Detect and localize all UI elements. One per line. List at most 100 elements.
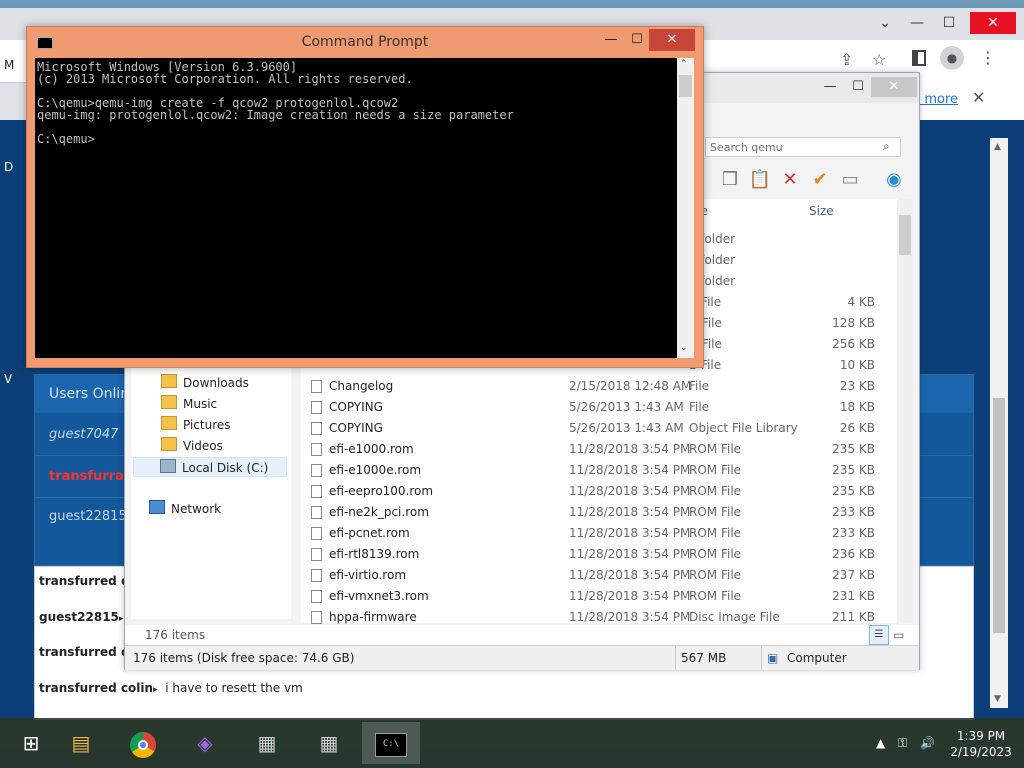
page-scrollbar-thumb[interactable] <box>993 398 1005 633</box>
copy-icon[interactable]: ❐ <box>717 167 743 193</box>
sidebar-icon[interactable] <box>912 50 926 66</box>
file-type: ROM File <box>689 589 742 603</box>
file-row[interactable]: efi-rtl8139.rom 11/28/2018 3:54 PM ROM Fil… <box>301 544 891 565</box>
clock[interactable]: 1:39 PM 2/19/2023 <box>938 728 1024 760</box>
file-row[interactable]: efi-e1000.rom 11/28/2018 3:54 PM ROM File 2… <box>301 439 891 460</box>
console-text: Microsoft Windows [Version 6.3.9600] (c)… <box>37 60 514 146</box>
cmd-minimize-button[interactable]: — <box>597 29 625 51</box>
file-size: 26 KB <box>839 421 875 435</box>
delete-icon[interactable]: ✕ <box>777 167 803 193</box>
notepad-taskbar-icon[interactable]: ▦ <box>238 722 296 764</box>
file-row[interactable]: COPYING 5/26/2013 1:43 AM File 18 KB <box>301 397 891 418</box>
file-row[interactable]: efi-virtio.rom 11/28/2018 3:54 PM ROM File… <box>301 565 891 586</box>
nav-label: Music <box>183 397 218 411</box>
scroll-down-icon[interactable]: ▼ <box>994 694 1001 704</box>
console-scrollbar-thumb[interactable] <box>679 75 692 97</box>
close-button[interactable]: ✕ <box>970 12 1016 34</box>
file-row[interactable]: efi-eepro100.rom 11/28/2018 3:54 PM ROM Fi… <box>301 481 891 502</box>
paste-icon[interactable]: 📋 <box>747 167 773 193</box>
file-size: 4 KB <box>847 295 875 309</box>
file-icon <box>311 380 322 393</box>
console-scrollbar[interactable] <box>677 58 694 358</box>
chrome-taskbar-icon[interactable] <box>114 722 172 764</box>
file-name: COPYING <box>329 421 383 435</box>
cmd-maximize-button[interactable]: ☐ <box>623 29 651 51</box>
search-input[interactable]: Search qemu <box>705 137 901 157</box>
file-size: 10 KB <box>839 358 875 372</box>
file-date: 5/26/2013 1:43 AM <box>569 400 684 414</box>
videos-icon <box>161 437 177 451</box>
visual-studio-taskbar-icon[interactable]: ◈ <box>176 722 234 764</box>
file-size: 235 KB <box>832 463 875 477</box>
more-menu-icon[interactable]: ⋮ <box>980 48 996 67</box>
properties-icon[interactable]: ▭ <box>837 167 863 193</box>
chat-username[interactable]: guest22815 <box>39 610 119 624</box>
share-icon[interactable]: ⇪ <box>840 50 853 69</box>
file-icon <box>311 527 322 540</box>
toolbar: ❐ 📋 ✕ ✔ ▭ ◉ <box>685 165 915 199</box>
volume-icon[interactable]: 🔊 <box>920 736 935 750</box>
star-icon[interactable]: ☆ <box>872 50 886 69</box>
explorer-minimize-button[interactable]: — <box>815 77 845 97</box>
file-icon <box>311 569 322 582</box>
maximize-button[interactable]: ☐ <box>934 12 964 34</box>
nav-item-network[interactable]: Network <box>149 499 221 519</box>
explorer-maximize-button[interactable]: ☐ <box>843 77 873 97</box>
file-size: 256 KB <box>832 337 875 351</box>
details-view-icon[interactable]: ☰ <box>869 625 889 645</box>
chevron-down-icon[interactable]: ⌄ <box>870 12 900 34</box>
file-size: 231 KB <box>832 589 875 603</box>
file-row[interactable]: efi-ne2k_pci.rom 11/28/2018 3:54 PM ROM Fi… <box>301 502 891 523</box>
file-date: 2/15/2018 12:48 AM <box>569 379 692 393</box>
nav-item-local-disk[interactable]: Local Disk (C:) <box>133 457 287 477</box>
scroll-down-icon[interactable]: ⌄ <box>680 343 688 353</box>
network-tray-icon[interactable]: ⚿ <box>898 736 907 751</box>
nav-item-pictures[interactable]: Pictures <box>161 415 231 435</box>
chat-username[interactable]: transfurred co <box>39 645 136 659</box>
file-row[interactable]: Changelog 2/15/2018 12:48 AM File 23 KB <box>301 376 891 397</box>
profile-icon[interactable]: ● <box>940 46 964 70</box>
explorer-close-button[interactable]: ✕ <box>871 77 917 97</box>
status-free-space: 176 items (Disk free space: 74.6 GB) <box>133 651 355 665</box>
file-size: 233 KB <box>832 505 875 519</box>
notepad-taskbar-icon[interactable]: ▦ <box>300 722 358 764</box>
scroll-up-icon[interactable]: ▲ <box>994 142 1001 152</box>
column-header-size[interactable]: Size <box>809 199 834 223</box>
chat-message: guest22815▸ <box>39 603 123 631</box>
console-output[interactable]: Microsoft Windows [Version 6.3.9600] (c)… <box>35 58 677 358</box>
file-row[interactable]: efi-pcnet.rom 11/28/2018 3:54 PM ROM File 2… <box>301 523 891 544</box>
checkmark-icon[interactable]: ✔ <box>807 167 833 193</box>
file-explorer-taskbar-icon[interactable]: ▤ <box>52 722 110 764</box>
file-row[interactable]: efi-vmxnet3.rom 11/28/2018 3:54 PM ROM Fil… <box>301 586 891 607</box>
nav-label: Videos <box>183 439 223 453</box>
show-hidden-icons[interactable]: ▲ <box>876 736 885 750</box>
file-row[interactable]: COPYING 5/26/2013 1:43 AM Object File Libr… <box>301 418 891 439</box>
nav-item-downloads[interactable]: Downloads <box>161 373 249 393</box>
file-size: 235 KB <box>832 484 875 498</box>
cmd-close-button[interactable]: ✕ <box>649 29 695 51</box>
file-list-scrollbar-thumb[interactable] <box>899 215 911 255</box>
shell-icon[interactable]: ◉ <box>881 167 907 193</box>
search-icon[interactable]: ⌕ <box>883 139 890 154</box>
file-list-scrollbar[interactable] <box>897 199 913 623</box>
thumbnail-view-icon[interactable]: ▭ <box>893 625 904 645</box>
file-date: 11/28/2018 3:54 PM <box>569 526 691 540</box>
file-date: 11/28/2018 3:54 PM <box>569 484 691 498</box>
file-type: Object File Library <box>689 421 798 435</box>
tab-partial-text: M <box>4 58 15 72</box>
file-name: efi-e1000.rom <box>329 442 414 456</box>
nav-item-music[interactable]: Music <box>161 394 217 414</box>
infobar-close-icon[interactable]: ✕ <box>972 88 985 107</box>
minimize-button[interactable]: — <box>902 12 932 34</box>
online-user[interactable]: guest7047 <box>49 427 118 442</box>
chat-username[interactable]: transfurred colin <box>39 681 153 695</box>
nav-item-videos[interactable]: Videos <box>161 436 223 456</box>
online-user[interactable]: guest22815 <box>49 509 127 524</box>
cmd-taskbar-icon[interactable]: C:\ <box>362 722 420 764</box>
file-name: efi-vmxnet3.rom <box>329 589 429 603</box>
online-user[interactable]: transfurrac <box>49 469 132 484</box>
scroll-up-icon[interactable]: ⌃ <box>680 59 688 69</box>
chat-username[interactable]: transfurred co <box>39 574 136 588</box>
file-row[interactable]: efi-e1000e.rom 11/28/2018 3:54 PM ROM File… <box>301 460 891 481</box>
command-prompt-window: Command Prompt — ☐ ✕ Microsoft Windows [… <box>26 26 704 368</box>
